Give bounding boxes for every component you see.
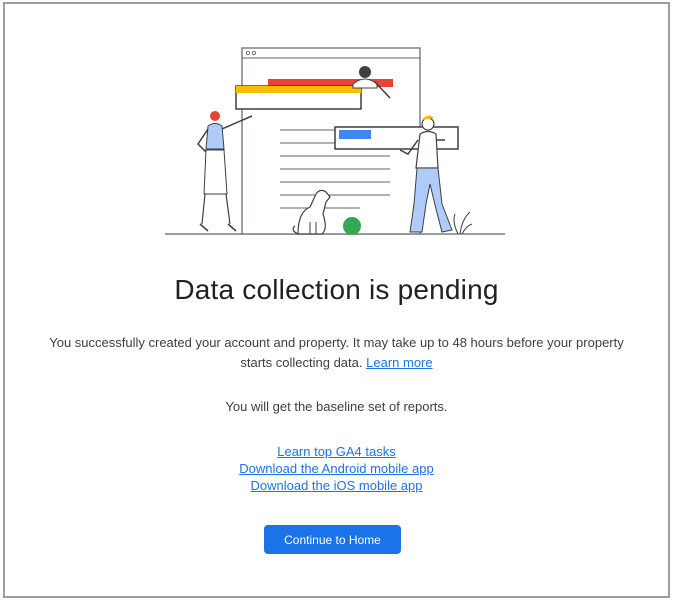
people-building-webpage-illustration [165, 47, 505, 235]
help-links: Learn top GA4 tasks Download the Android… [5, 443, 668, 494]
learn-more-link[interactable]: Learn more [366, 355, 432, 370]
page-title: Data collection is pending [174, 274, 499, 305]
learn-ga4-tasks-link[interactable]: Learn top GA4 tasks [277, 443, 396, 460]
continue-to-home-button[interactable]: Continue to Home [264, 525, 401, 554]
download-android-app-link[interactable]: Download the Android mobile app [239, 460, 433, 477]
baseline-reports-text: You will get the baseline set of reports… [225, 399, 448, 414]
dialog-panel: Data collection is pending You successfu… [3, 2, 670, 598]
download-ios-app-link[interactable]: Download the iOS mobile app [251, 477, 423, 494]
description-text: You successfully created your account an… [49, 335, 624, 370]
pending-description: You successfully created your account an… [45, 333, 628, 373]
